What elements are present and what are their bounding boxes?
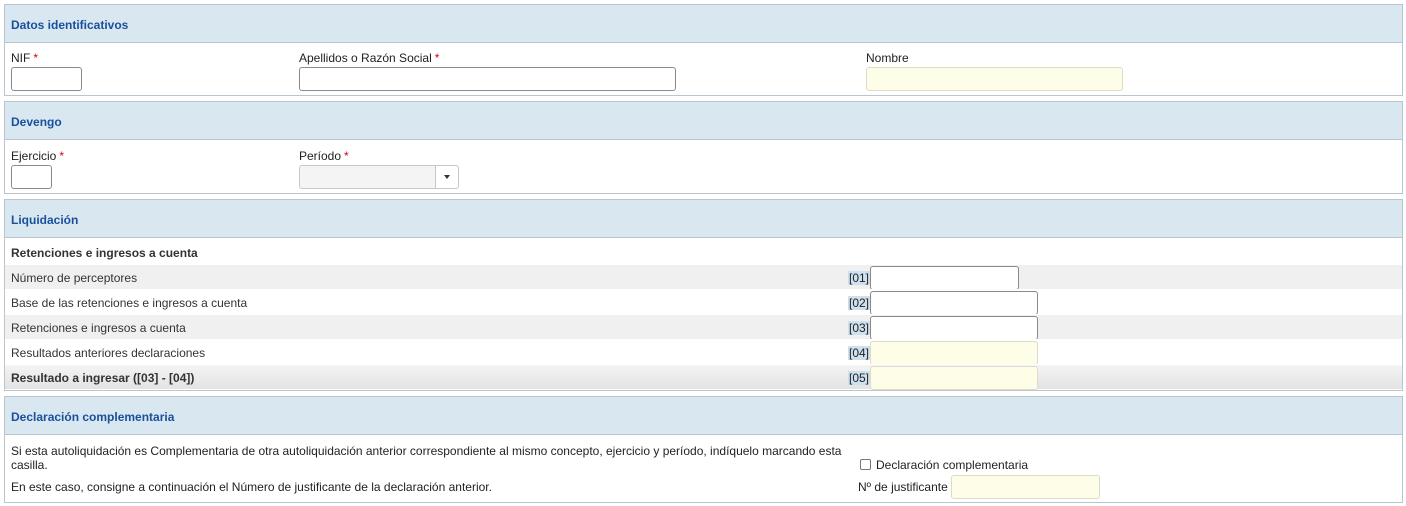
table-group-header: Retenciones e ingresos a cuenta (5, 239, 1402, 264)
justificante-description: En este caso, consigne a continuación el… (11, 480, 492, 494)
row-label: Base de las retenciones e ingresos a cue… (11, 296, 248, 310)
required-mark: * (434, 51, 440, 65)
table-row: Retenciones e ingresos a cuenta [03] (5, 314, 1402, 340)
ejercicio-input[interactable] (11, 165, 52, 189)
ejercicio-label: Ejercicio * (11, 149, 65, 163)
required-mark: * (344, 149, 349, 163)
section-title: Datos identificativos (5, 5, 1402, 43)
row-code: [04] (848, 346, 871, 360)
periodo-label: Período * (299, 149, 349, 163)
group-title: Retenciones e ingresos a cuenta (11, 246, 198, 260)
row-code: [03] (848, 321, 871, 335)
section-title: Liquidación (5, 200, 1402, 238)
nombre-label: Nombre (866, 51, 909, 65)
row-code: [02] (848, 296, 871, 310)
checkbox-label[interactable]: Declaración complementaria (876, 458, 1028, 472)
apellidos-input[interactable] (299, 67, 676, 91)
casilla-04-input[interactable] (870, 341, 1038, 365)
nif-input[interactable] (11, 67, 82, 91)
row-label: Número de perceptores (11, 271, 138, 285)
liquidacion-table: Retenciones e ingresos a cuenta Número d… (5, 239, 1402, 390)
complementaria-checkbox[interactable] (860, 459, 871, 470)
apellidos-label: Apellidos o Razón Social * (299, 51, 440, 65)
complementaria-description: Si esta autoliquidación es Complementari… (11, 444, 842, 472)
row-label: Resultados anteriores declaraciones (11, 346, 206, 360)
section-declaracion-complementaria: Declaración complementaria Si esta autol… (4, 396, 1403, 503)
table-row: Base de las retenciones e ingresos a cue… (5, 289, 1402, 315)
table-row: Resultados anteriores declaraciones [04] (5, 339, 1402, 365)
nif-label: NIF * (11, 51, 39, 65)
nombre-input[interactable] (866, 67, 1123, 91)
table-row-total: Resultado a ingresar ([03] - [04]) [05] (5, 364, 1402, 390)
section-devengo: Devengo Ejercicio * Período * (4, 101, 1403, 194)
section-title: Declaración complementaria (5, 397, 1402, 435)
justificante-input[interactable] (951, 475, 1100, 499)
section-title: Devengo (5, 102, 1402, 140)
casilla-03-input[interactable] (870, 316, 1038, 340)
periodo-select[interactable] (299, 165, 459, 189)
casilla-02-input[interactable] (870, 291, 1038, 315)
periodo-dropdown-button[interactable] (435, 166, 458, 188)
row-label: Resultado a ingresar ([03] - [04]) (11, 371, 195, 385)
justificante-label: Nº de justificante (858, 480, 948, 494)
row-code: [01] (848, 271, 871, 285)
required-mark: * (33, 51, 39, 65)
table-row: Número de perceptores [01] (5, 264, 1402, 290)
section-liquidacion: Liquidación Retenciones e ingresos a cue… (4, 199, 1403, 391)
section-datos-identificativos: Datos identificativos NIF * Apellidos o R… (4, 4, 1403, 96)
chevron-down-icon (444, 175, 450, 179)
casilla-05-input[interactable] (870, 366, 1038, 390)
required-mark: * (59, 149, 65, 163)
row-label: Retenciones e ingresos a cuenta (11, 321, 186, 335)
casilla-01-input[interactable] (870, 266, 1019, 290)
row-code: [05] (848, 371, 871, 385)
